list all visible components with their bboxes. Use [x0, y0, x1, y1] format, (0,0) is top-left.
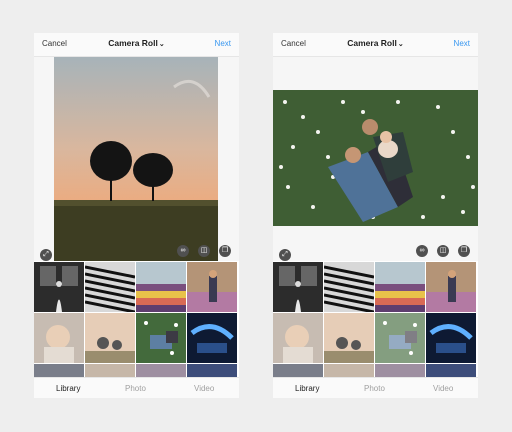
tab-library[interactable]: Library: [56, 384, 80, 393]
multi-select-icon[interactable]: ❐: [458, 245, 470, 257]
camera-roll-dropdown[interactable]: Camera Roll⌄: [273, 38, 478, 48]
multi-select-icon[interactable]: ❐: [219, 245, 231, 257]
layout-icon[interactable]: ◫: [437, 245, 449, 257]
dropdown-title: Camera Roll: [108, 38, 158, 48]
grid-photo-family[interactable]: [375, 313, 425, 363]
top-bar: Cancel Camera Roll⌄ Next: [34, 33, 239, 57]
phone-screen-left: Cancel Camera Roll⌄ Next ⤢ ∞ ◫ ❐ Library…: [34, 33, 239, 398]
grid-photo-woman-field[interactable]: [187, 262, 237, 312]
tab-video[interactable]: Video: [194, 384, 214, 393]
grid-photo-family[interactable]: [136, 313, 186, 363]
tab-library[interactable]: Library: [295, 384, 319, 393]
expand-icon[interactable]: ⤢: [40, 249, 52, 261]
tab-photo[interactable]: Photo: [125, 384, 146, 393]
sunset-trees-photo: [54, 57, 218, 261]
photo-grid: [273, 262, 478, 377]
phone-screen-right: Cancel Camera Roll⌄ Next ⤢ ∞ ◫ ❐ Library…: [273, 33, 478, 398]
grid-photo-row3-4[interactable]: [426, 364, 476, 377]
bottom-tabs: Library Photo Video: [273, 377, 478, 398]
next-button[interactable]: Next: [454, 39, 470, 48]
grid-photo-tulips[interactable]: [375, 262, 425, 312]
grid-photo-window[interactable]: [273, 262, 323, 312]
expand-icon[interactable]: ⤢: [279, 249, 291, 261]
next-button[interactable]: Next: [215, 39, 231, 48]
chevron-down-icon: ⌄: [158, 41, 165, 48]
grid-photo-row3-1[interactable]: [34, 364, 84, 377]
chevron-down-icon: ⌄: [397, 41, 404, 48]
infinity-icon[interactable]: ∞: [416, 245, 428, 257]
grid-photo-baby[interactable]: [273, 313, 323, 363]
grid-photo-row3-2[interactable]: [324, 364, 374, 377]
tab-video[interactable]: Video: [433, 384, 453, 393]
grid-photo-row3-1[interactable]: [273, 364, 323, 377]
top-bar: Cancel Camera Roll⌄ Next: [273, 33, 478, 57]
grid-photo-baby[interactable]: [34, 313, 84, 363]
grid-photo-aurora[interactable]: [187, 313, 237, 363]
photo-grid: [34, 262, 239, 377]
grid-photo-row3-3[interactable]: [136, 364, 186, 377]
grid-photo-zebra[interactable]: [85, 262, 135, 312]
photo-preview[interactable]: [34, 57, 239, 261]
grid-photo-row3-4[interactable]: [187, 364, 237, 377]
grid-photo-row3-3[interactable]: [375, 364, 425, 377]
grid-photo-window[interactable]: [34, 262, 84, 312]
grid-photo-woman-field[interactable]: [426, 262, 476, 312]
grid-photo-trees[interactable]: [85, 313, 135, 363]
infinity-icon[interactable]: ∞: [177, 245, 189, 257]
photo-preview[interactable]: [273, 57, 478, 261]
grid-photo-zebra[interactable]: [324, 262, 374, 312]
grid-photo-aurora[interactable]: [426, 313, 476, 363]
dropdown-title: Camera Roll: [347, 38, 397, 48]
family-flowers-photo: [273, 57, 478, 261]
grid-photo-tulips[interactable]: [136, 262, 186, 312]
layout-icon[interactable]: ◫: [198, 245, 210, 257]
bottom-tabs: Library Photo Video: [34, 377, 239, 398]
grid-photo-trees[interactable]: [324, 313, 374, 363]
grid-photo-row3-2[interactable]: [85, 364, 135, 377]
camera-roll-dropdown[interactable]: Camera Roll⌄: [34, 38, 239, 48]
tab-photo[interactable]: Photo: [364, 384, 385, 393]
